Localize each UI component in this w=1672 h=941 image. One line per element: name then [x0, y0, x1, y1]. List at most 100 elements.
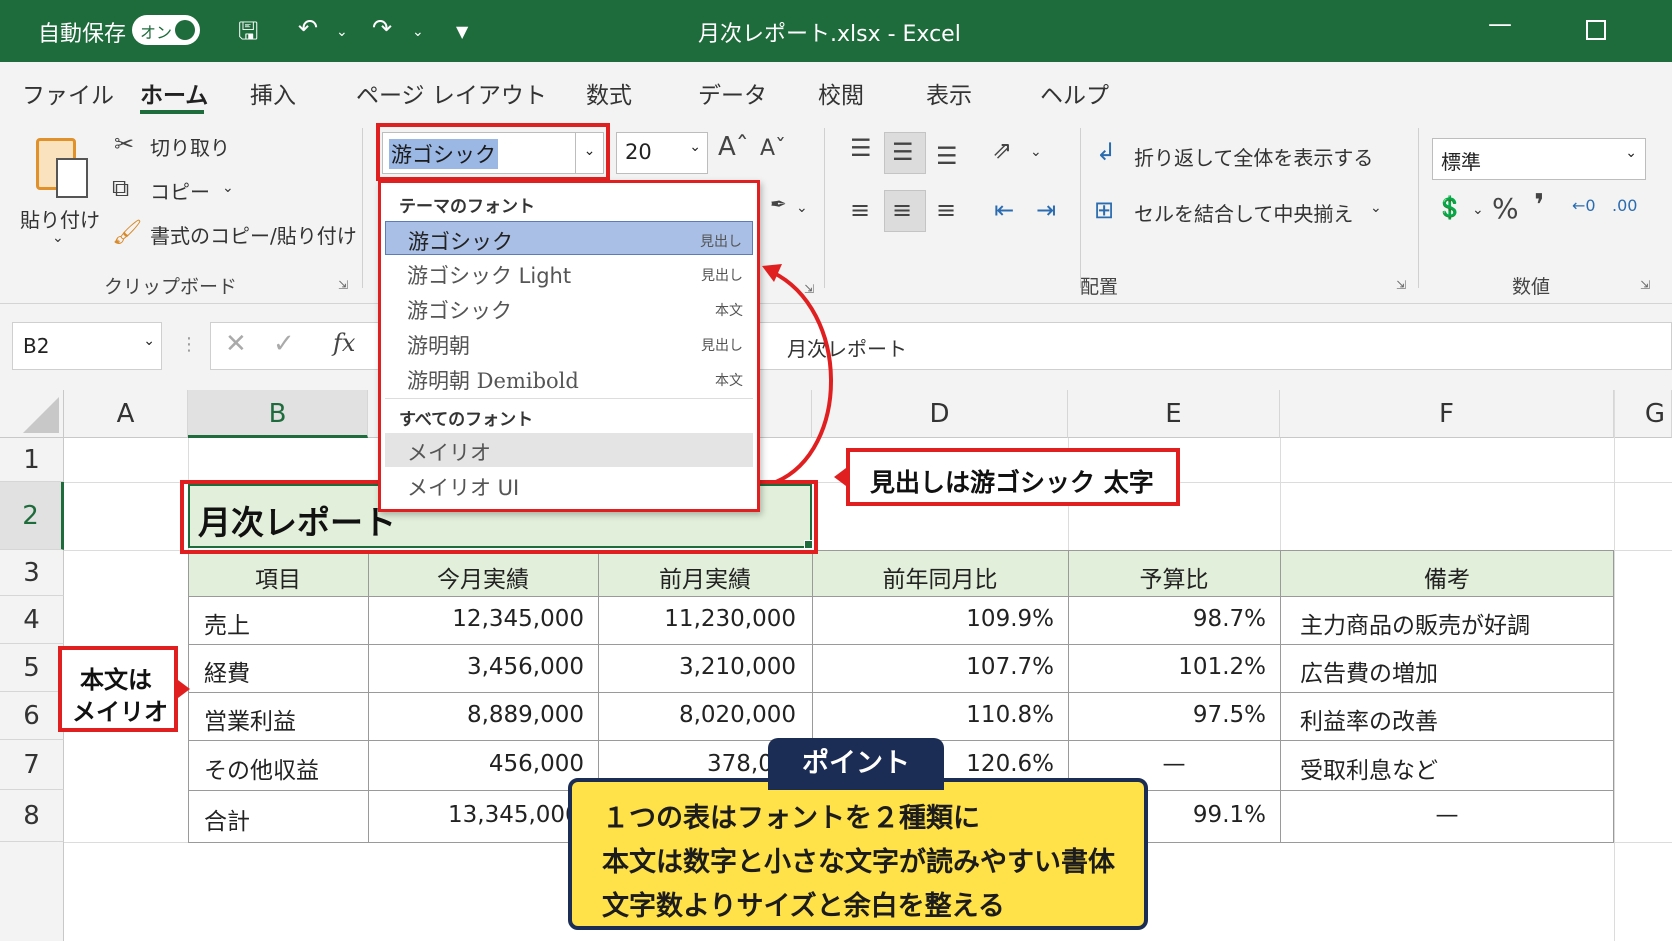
header-cell[interactable]: 項目: [188, 560, 368, 594]
current-month-cell[interactable]: 12,345,000: [368, 606, 584, 632]
font-option-yu-mincho-demibold[interactable]: 游明朝 Demibold 本文: [385, 361, 753, 395]
number-format-dropdown-icon[interactable]: ⌄: [1625, 145, 1637, 161]
undo-icon[interactable]: ↶: [298, 14, 318, 42]
format-painter-button[interactable]: 書式のコピー/貼り付け: [150, 220, 357, 249]
row-label-cell[interactable]: その他収益: [204, 751, 319, 785]
row-label-cell[interactable]: 売上: [204, 606, 250, 640]
font-option-yu-gothic-heading[interactable]: 游ゴシック 見出し: [385, 221, 753, 255]
font-option-meiryo[interactable]: メイリオ: [385, 433, 753, 467]
orientation-dropdown-icon[interactable]: ⌄: [1030, 144, 1042, 160]
column-header-f[interactable]: F: [1280, 390, 1614, 438]
clipboard-launcher-icon[interactable]: ⇲: [338, 278, 348, 292]
name-box-dropdown-icon[interactable]: ⌄: [143, 333, 155, 349]
font-option-yu-gothic-light[interactable]: 游ゴシック Light 見出し: [385, 256, 753, 290]
yoy-cell[interactable]: 110.8%: [812, 702, 1054, 728]
row-header-4[interactable]: 4: [0, 596, 64, 644]
maximize-icon[interactable]: [1586, 20, 1606, 40]
accounting-dropdown-icon[interactable]: ⌄: [1472, 202, 1484, 218]
redo-icon[interactable]: ↷: [372, 14, 392, 42]
header-cell[interactable]: 予算比: [1068, 560, 1280, 594]
column-header-a[interactable]: A: [64, 390, 188, 438]
align-top-icon[interactable]: ☰: [850, 134, 872, 162]
tab-home[interactable]: ホーム: [140, 76, 208, 110]
highlight-color-icon[interactable]: ✒: [770, 192, 787, 216]
copy-button[interactable]: コピー: [150, 176, 210, 205]
yoy-cell[interactable]: 109.9%: [812, 606, 1054, 632]
row-label-cell[interactable]: 合計: [204, 802, 250, 836]
budget-ratio-cell[interactable]: —: [1068, 751, 1280, 777]
row-header-7[interactable]: 7: [0, 740, 64, 790]
tab-view[interactable]: 表示: [926, 76, 972, 110]
row-header-5[interactable]: 5: [0, 644, 64, 692]
number-format-combobox[interactable]: 標準 ⌄: [1432, 138, 1646, 180]
previous-month-cell[interactable]: 8,020,000: [598, 702, 796, 728]
header-cell[interactable]: 今月実績: [368, 560, 598, 594]
font-option-yu-mincho[interactable]: 游明朝 見出し: [385, 326, 753, 360]
column-header-g[interactable]: G: [1614, 390, 1672, 438]
column-header-b[interactable]: B: [188, 390, 368, 438]
select-all-corner[interactable]: [0, 390, 64, 438]
merge-dropdown-icon[interactable]: ⌄: [1370, 200, 1382, 216]
row-header-3[interactable]: 3: [0, 550, 64, 596]
number-launcher-icon[interactable]: ⇲: [1640, 278, 1650, 292]
align-right-icon[interactable]: ≡: [936, 196, 956, 224]
header-cell[interactable]: 備考: [1280, 560, 1614, 594]
enter-icon[interactable]: ✓: [273, 329, 295, 359]
tab-formulas[interactable]: 数式: [586, 76, 632, 110]
align-bottom-icon[interactable]: ☰: [936, 142, 958, 170]
previous-month-cell[interactable]: 378,0: [707, 751, 773, 777]
minimize-icon[interactable]: —: [1488, 10, 1512, 38]
copy-dropdown-icon[interactable]: ⌄: [222, 180, 234, 196]
budget-ratio-cell[interactable]: 98.7%: [1068, 606, 1266, 632]
save-icon[interactable]: 🖫: [238, 14, 258, 55]
alignment-launcher-icon[interactable]: ⇲: [1396, 278, 1406, 292]
cancel-icon[interactable]: ✕: [225, 329, 247, 359]
accounting-format-icon[interactable]: 💲: [1436, 196, 1463, 221]
highlight-dropdown-icon[interactable]: ⌄: [796, 200, 808, 216]
tab-page-layout[interactable]: ページ レイアウト: [356, 76, 547, 110]
previous-month-cell[interactable]: 3,210,000: [598, 654, 796, 680]
cut-button[interactable]: 切り取り: [150, 132, 230, 161]
increase-indent-icon[interactable]: ⇥: [1036, 196, 1056, 224]
decrease-indent-icon[interactable]: ⇤: [994, 196, 1014, 224]
paste-dropdown-icon[interactable]: ⌄: [52, 230, 64, 246]
row-header-1[interactable]: 1: [0, 438, 64, 482]
note-cell[interactable]: 広告費の増加: [1300, 654, 1438, 688]
previous-month-cell[interactable]: 11,230,000: [598, 606, 796, 632]
tab-insert[interactable]: 挿入: [250, 76, 296, 110]
wrap-text-button[interactable]: 折り返して全体を表示する: [1134, 142, 1373, 171]
font-size-dropdown-icon[interactable]: ⌄: [689, 139, 701, 155]
note-cell[interactable]: 利益率の改善: [1300, 702, 1438, 736]
current-month-cell[interactable]: 456,000: [368, 751, 584, 777]
font-size-combobox[interactable]: 20 ⌄: [616, 132, 708, 174]
budget-ratio-cell[interactable]: 101.2%: [1068, 654, 1266, 680]
tab-file[interactable]: ファイル: [22, 76, 114, 110]
undo-dropdown-icon[interactable]: ⌄: [336, 24, 348, 40]
redo-dropdown-icon[interactable]: ⌄: [412, 24, 424, 40]
font-option-meiryo-ui[interactable]: メイリオ UI: [385, 468, 753, 502]
column-header-e[interactable]: E: [1068, 390, 1280, 438]
yoy-cell[interactable]: 107.7%: [812, 654, 1054, 680]
increase-decimal-icon[interactable]: ←0: [1572, 196, 1596, 215]
note-cell[interactable]: 受取利息など: [1300, 751, 1438, 785]
tab-review[interactable]: 校閲: [818, 76, 864, 110]
comma-style-icon[interactable]: ❜: [1534, 188, 1544, 223]
decrease-font-size-icon[interactable]: Aˇ: [760, 136, 786, 161]
decrease-decimal-icon[interactable]: .00: [1612, 196, 1637, 215]
budget-ratio-cell[interactable]: 97.5%: [1068, 702, 1266, 728]
row-header-2[interactable]: 2: [0, 482, 64, 550]
header-cell[interactable]: 前月実績: [598, 560, 812, 594]
name-box[interactable]: B2 ⌄: [12, 322, 162, 370]
merge-center-button[interactable]: セルを結合して中央揃え: [1134, 198, 1353, 227]
note-cell[interactable]: 主力商品の販売が好調: [1300, 606, 1530, 640]
note-cell[interactable]: —: [1280, 802, 1614, 828]
current-month-cell[interactable]: 3,456,000: [368, 654, 584, 680]
autosave-toggle[interactable]: オン: [132, 15, 200, 45]
row-label-cell[interactable]: 経費: [204, 654, 250, 688]
tab-help[interactable]: ヘルプ: [1040, 76, 1109, 110]
row-header-6[interactable]: 6: [0, 692, 64, 740]
row-label-cell[interactable]: 営業利益: [204, 702, 296, 736]
percent-style-icon[interactable]: %: [1492, 192, 1519, 225]
customize-qat-icon[interactable]: ▼: [456, 22, 468, 41]
increase-font-size-icon[interactable]: Aˆ: [718, 132, 749, 162]
